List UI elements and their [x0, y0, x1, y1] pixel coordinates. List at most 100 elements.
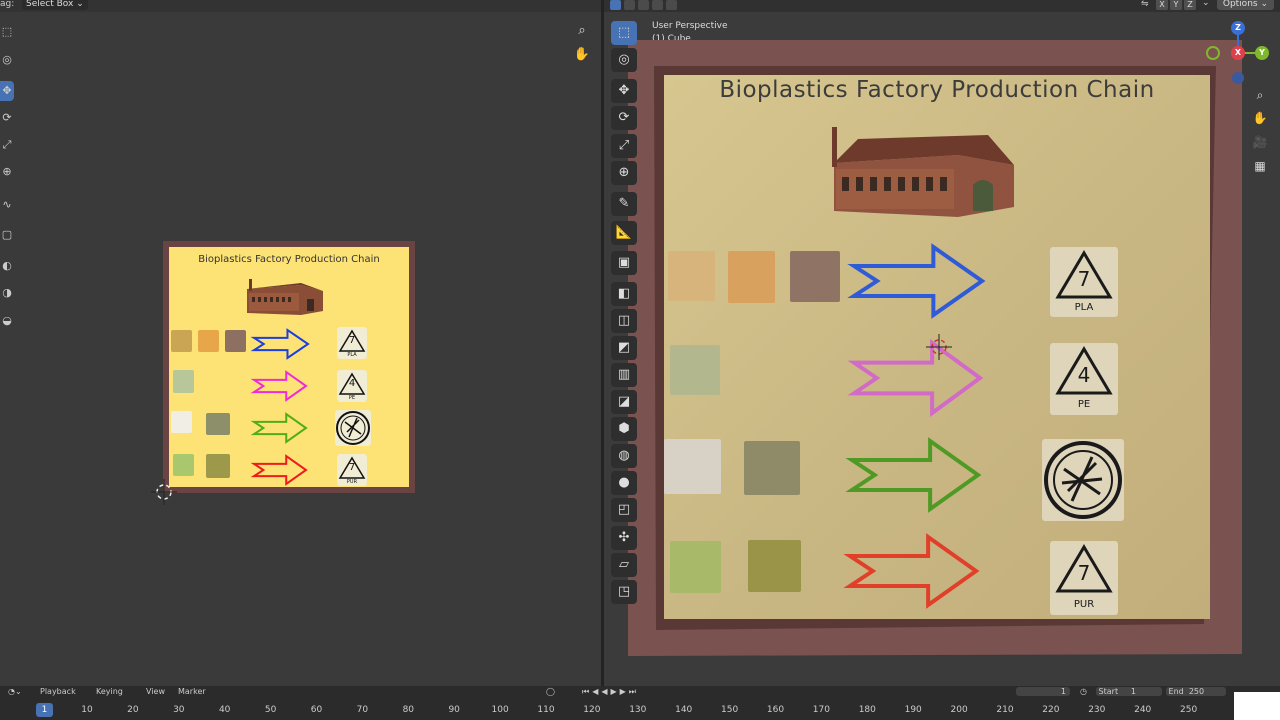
move-tool-icon[interactable]: ✥ — [611, 79, 637, 103]
frame-tick: 150 — [721, 705, 739, 715]
record-icon[interactable]: ◯ — [546, 687, 555, 696]
annotate-tool-icon[interactable]: ∿ — [0, 195, 14, 215]
add-cube-tool-icon[interactable]: ▣ — [611, 251, 637, 275]
spin-tool-icon[interactable]: ◍ — [611, 444, 637, 468]
pinch-tool-icon[interactable]: ◑ — [0, 283, 14, 303]
camera-icon[interactable]: 🎥 — [1250, 132, 1270, 152]
rip-tool-icon[interactable]: ◳ — [611, 580, 637, 604]
arrow-icon — [845, 437, 982, 513]
playback-controls[interactable]: ⏮◀◀▶▶⏭ — [582, 687, 639, 697]
select-box-dropdown[interactable]: Select Box ⌄ — [22, 0, 88, 10]
view-menu[interactable]: View — [146, 687, 165, 696]
frame-tick: 130 — [629, 705, 647, 715]
symbol-label: PLA — [1074, 302, 1094, 313]
select-box-label: Select Box — [26, 0, 74, 9]
poly-build-tool-icon[interactable]: ⬢ — [611, 417, 637, 441]
hand-pan-icon[interactable]: ✋ — [571, 44, 593, 66]
current-frame-field[interactable]: 1 — [1016, 687, 1070, 696]
scale-tool-icon[interactable]: ⤢ — [611, 134, 637, 158]
end-label: End — [1168, 687, 1184, 696]
zoom-icon[interactable]: ⌕ — [571, 20, 593, 42]
start-frame-field[interactable]: Start 1 — [1096, 687, 1162, 696]
shrink-tool-icon[interactable]: ✣ — [611, 526, 637, 550]
inset-tool-icon[interactable]: ◫ — [611, 309, 637, 333]
scale-tool-icon[interactable]: ⤢ — [0, 135, 14, 155]
rotate-tool-icon[interactable]: ⟳ — [0, 108, 14, 128]
marker-menu[interactable]: Marker — [178, 687, 206, 696]
white-overlay — [1234, 692, 1280, 720]
viewport-header: ⇋ X Y Z ⌄ Options ⌄ — [604, 0, 1280, 12]
left-poster: Bioplastics Factory Production Chain 7 P… — [169, 247, 409, 487]
grab-tool-icon[interactable]: ◐ — [0, 256, 14, 276]
select-intersect-icon[interactable] — [666, 0, 677, 10]
playback-menu[interactable]: Playback — [40, 687, 76, 696]
select-box-tool-icon[interactable]: ⬚ — [611, 21, 637, 45]
measure-tool-icon[interactable]: 📐 — [611, 221, 637, 245]
axis-z-button[interactable]: Z — [1184, 0, 1196, 10]
transform-tool-icon[interactable]: ⊕ — [611, 161, 637, 185]
move-tool-icon[interactable]: ✥ — [0, 81, 14, 101]
shear-tool-icon[interactable]: ▱ — [611, 553, 637, 577]
arrow-icon — [843, 533, 980, 609]
axis-y-button[interactable]: Y — [1170, 0, 1182, 10]
grid-icon[interactable]: ▦ — [1250, 156, 1270, 176]
cursor-tool-icon[interactable]: ◎ — [611, 48, 637, 72]
select-extend-icon[interactable] — [624, 0, 635, 10]
chevron-down-icon[interactable]: ⌄ — [1202, 0, 1210, 8]
gizmo-z-axis[interactable]: Z — [1231, 21, 1245, 35]
annotate-tool-icon[interactable]: ✎ — [611, 192, 637, 216]
recycle-symbol-pe: 4 PE — [337, 370, 367, 402]
smooth-tool-icon[interactable]: ● — [611, 471, 637, 495]
frame-tick: 90 — [448, 705, 460, 715]
bevel-tool-icon[interactable]: ◩ — [611, 336, 637, 360]
mirror-icon[interactable]: ⇋ — [1141, 0, 1149, 9]
frame-tick: 190 — [904, 705, 922, 715]
symbol-code: 4 — [1077, 363, 1091, 387]
select-mode-icon[interactable] — [610, 0, 621, 10]
3d-cursor-icon[interactable] — [926, 334, 952, 360]
select-tool-icon[interactable]: ⬚ — [0, 22, 14, 42]
recycle-symbol-pla: 7 PLA — [1050, 247, 1118, 317]
extrude-tool-icon[interactable]: ◧ — [611, 282, 637, 306]
symbol-code: 7 — [1077, 267, 1091, 291]
frame-tick: 180 — [858, 705, 876, 715]
loop-cut-tool-icon[interactable]: ▥ — [611, 363, 637, 387]
cursor-tool-icon[interactable]: ◎ — [0, 50, 14, 70]
select-subtract-icon[interactable] — [638, 0, 649, 10]
edge-slide-tool-icon[interactable]: ◰ — [611, 498, 637, 522]
select-invert-icon[interactable] — [652, 0, 663, 10]
end-frame-field[interactable]: End 250 — [1166, 687, 1226, 696]
options-dropdown[interactable]: Options ⌄ — [1216, 0, 1274, 10]
hand-pan-icon[interactable]: ✋ — [1250, 108, 1270, 128]
drag-label: ag: — [0, 0, 15, 9]
symbol-label: PUR — [346, 479, 358, 485]
current-frame-indicator[interactable]: 1 — [36, 703, 53, 717]
frame-tick: 230 — [1088, 705, 1106, 715]
frame-tick: 240 — [1134, 705, 1152, 715]
transform-tool-icon[interactable]: ⊕ — [0, 162, 14, 182]
symbol-label: PLA — [347, 352, 357, 358]
start-label: Start — [1098, 687, 1119, 696]
symbol-code: 7 — [348, 462, 356, 473]
frame-tick: 10 — [81, 705, 93, 715]
gizmo-x-axis[interactable]: X — [1231, 46, 1245, 60]
gizmo-y-axis[interactable]: Y — [1255, 46, 1269, 60]
frame-tick: 110 — [537, 705, 555, 715]
clock-icon: ◷ — [1080, 687, 1087, 696]
frame-tick: 70 — [356, 705, 369, 715]
recycle-symbol-pe: 4 PE — [1050, 343, 1118, 415]
frame-tick: 80 — [402, 705, 415, 715]
frame-tick: 250 — [1180, 705, 1198, 715]
recycle-symbol-pur: 7 PUR — [337, 454, 367, 486]
box-tool-icon[interactable]: ▢ — [0, 225, 14, 245]
2d-cursor-icon[interactable] — [151, 479, 177, 505]
symbol-label: PE — [1077, 399, 1091, 410]
frame-tick: 210 — [996, 705, 1014, 715]
knife-tool-icon[interactable]: ◪ — [611, 390, 637, 414]
zoom-icon[interactable]: ⌕ — [1250, 85, 1270, 105]
clock-icon[interactable]: ◔⌄ — [8, 687, 22, 696]
keying-menu[interactable]: Keying — [96, 687, 123, 696]
rotate-tool-icon[interactable]: ⟳ — [611, 106, 637, 130]
axis-x-button[interactable]: X — [1156, 0, 1168, 10]
relax-tool-icon[interactable]: ◒ — [0, 311, 14, 331]
